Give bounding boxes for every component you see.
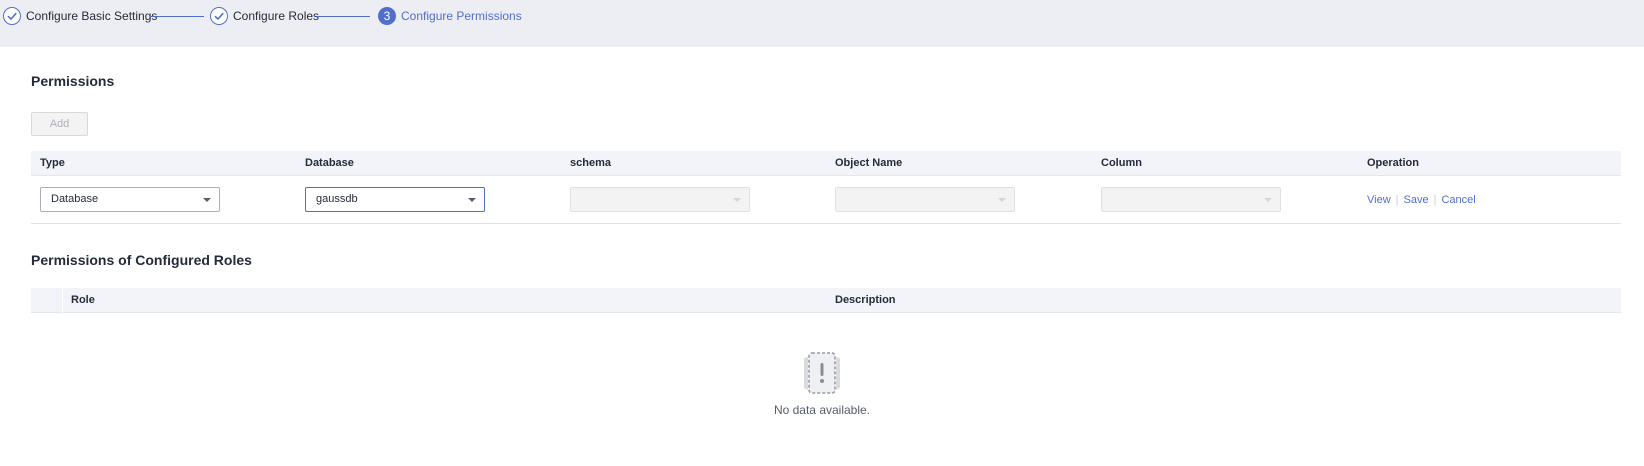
caret-down-icon [468,198,476,202]
step-configure-roles[interactable]: Configure Roles [210,7,319,25]
schema-select[interactable] [570,187,750,212]
step-connector [150,16,204,17]
configured-roles-title: Permissions of Configured Roles [31,252,252,268]
column-header-object-name: Object Name [835,157,903,169]
column-header-type: Type [40,157,65,169]
empty-state [0,350,1644,399]
column-header-role: Role [71,294,95,306]
step-number-badge: 3 [378,7,396,25]
save-link[interactable]: Save [1404,194,1429,206]
caret-down-icon [1264,198,1272,202]
column-header-database: Database [305,157,354,169]
object-name-select[interactable] [835,187,1015,212]
caret-down-icon [998,198,1006,202]
table-row: Database gaussdb View | Save | Cancel [31,176,1621,224]
view-link[interactable]: View [1367,194,1391,206]
type-select[interactable]: Database [40,187,220,212]
type-select-value: Database [51,193,99,205]
column-select[interactable] [1101,187,1281,212]
empty-state-text: No data available. [773,403,871,417]
database-select[interactable]: gaussdb [305,187,485,212]
permissions-title: Permissions [31,73,115,89]
step-configure-permissions[interactable]: 3 Configure Permissions [378,7,522,25]
step-label: Configure Roles [233,9,320,23]
caret-down-icon [733,198,741,202]
step-configure-basic-settings[interactable]: Configure Basic Settings [3,7,157,25]
step-label: Configure Basic Settings [26,9,158,23]
permissions-table-header: Type Database schema Object Name Column … [31,151,1621,176]
column-header-schema: schema [570,157,611,169]
step-connector [316,16,370,17]
caret-down-icon [203,198,211,202]
add-button[interactable]: Add [31,112,88,136]
check-circle-icon [3,7,21,25]
separator: | [1433,193,1437,206]
database-select-value: gaussdb [316,193,358,205]
check-circle-icon [210,7,228,25]
row-select-column [31,288,63,313]
roles-table-header: Role Description [31,288,1621,313]
column-header-operation: Operation [1367,157,1419,169]
cancel-link[interactable]: Cancel [1441,194,1475,206]
wizard-stepper: Configure Basic Settings Configure Roles… [0,0,1644,47]
empty-document-warning-icon [798,350,846,399]
column-header-column: Column [1101,157,1142,169]
step-label: Configure Permissions [401,9,522,23]
row-operations: View | Save | Cancel [1367,187,1476,212]
separator: | [1395,193,1399,206]
column-header-description: Description [835,294,896,306]
